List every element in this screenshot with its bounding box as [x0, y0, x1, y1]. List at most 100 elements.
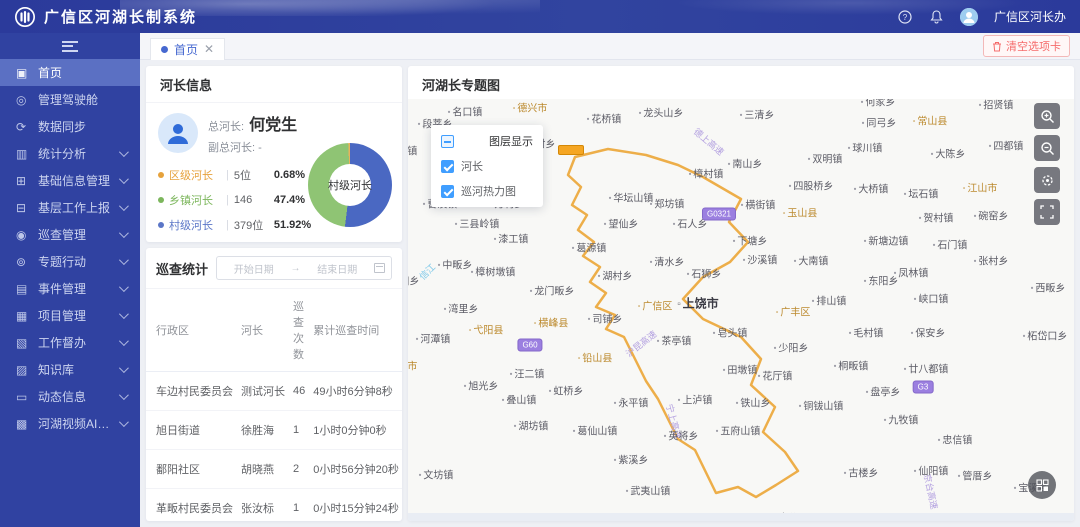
cell-time: 0小时15分钟24秒 — [309, 488, 402, 521]
sidebar-item-label: 巡查管理 — [38, 228, 87, 242]
map-town-label: 九牧镇 — [884, 412, 918, 427]
map-town-label: 湾里乡 — [444, 301, 478, 316]
map-town-label: 漆工镇 — [494, 231, 528, 246]
layer-label: 河长 — [461, 161, 483, 173]
map-town-label: 岚谷乡 — [774, 510, 809, 514]
chevron-down-icon — [118, 228, 129, 239]
map-town-label: 皂头镇 — [713, 325, 747, 340]
chevron-down-icon — [118, 282, 129, 293]
bell-icon[interactable] — [929, 9, 944, 24]
legend-dot — [158, 197, 164, 203]
cell-count: 1 — [289, 410, 310, 450]
chief-panel-title: 河长信息 — [146, 66, 402, 103]
sidebar-item[interactable]: ◎ 管理驾驶舱 — [0, 86, 140, 113]
sidebar-item[interactable]: ▦ 项目管理 — [0, 302, 140, 329]
map-town-label: 广丰区 — [776, 304, 810, 319]
sidebar-item-icon: ▤ — [16, 281, 28, 296]
map-town-label: 望仙乡 — [604, 216, 638, 231]
map-town-label: 贵溪市 — [408, 358, 417, 373]
sidebar-item-label: 数据同步 — [38, 120, 87, 134]
map-town-label: 南山乡 — [728, 156, 762, 171]
map-town-label: 樟村镇 — [689, 166, 723, 181]
road-shield-badge: G3 — [912, 380, 934, 394]
map-town-label: 郑坊镇 — [650, 196, 684, 211]
map-town-label: 沙溪镇 — [743, 252, 777, 267]
map-town-label: 三清乡 — [740, 107, 774, 122]
sidebar-item[interactable]: ▩ 河湖视频AI管理 — [0, 410, 140, 437]
sidebar: ▣ 首页 ◎ 管理驾驶舱 ⟳ 数据同步 ▥ 统计分析 ⊞ 基础信息管理 ⊟ 基层… — [0, 33, 140, 527]
road-shield-badge: G60 — [517, 338, 543, 352]
sidebar-item[interactable]: ▤ 事件管理 — [0, 275, 140, 302]
chevron-down-icon — [118, 363, 129, 374]
sidebar-item[interactable]: ⟳ 数据同步 — [0, 113, 140, 140]
map-town-label: 德兴市 — [513, 100, 547, 115]
map-scroll-strip — [408, 513, 1074, 521]
help-icon[interactable]: ? — [898, 9, 913, 24]
map-town-label: 新塘边镇 — [864, 233, 908, 248]
sidebar-item[interactable]: ⊚ 专题行动 — [0, 248, 140, 275]
tab-close-icon[interactable]: ✕ — [204, 42, 214, 56]
user-avatar[interactable] — [959, 7, 978, 26]
layer-checkbox[interactable] — [441, 184, 454, 198]
legend-label: 区级河长 — [169, 170, 213, 182]
map-town-label: 五府山镇 — [716, 423, 760, 438]
map-town-label: 玉山县 — [783, 205, 817, 220]
minimap-toggle-button[interactable] — [1028, 471, 1056, 499]
legend-dot — [158, 172, 164, 178]
cell-time: 49小时6分钟8秒 — [309, 371, 402, 411]
sidebar-item[interactable]: ◉ 巡查管理 — [0, 221, 140, 248]
collapse-icon — [62, 40, 78, 52]
clear-tabs-button[interactable]: 清空选项卡 — [983, 35, 1070, 57]
map-town-label: 古楼乡 — [844, 465, 878, 480]
map-town-label: 湖坊镇 — [514, 418, 548, 433]
locate-button[interactable] — [1034, 167, 1060, 193]
table-row: 革畈村民委员会 张汝标 1 0小时15分钟24秒 — [146, 488, 402, 521]
sidebar-item-label: 首页 — [38, 66, 63, 80]
legend-label: 乡镇河长 — [169, 195, 213, 207]
date-range-arrow: → — [290, 262, 301, 274]
sidebar-item[interactable]: ▨ 知识库 — [0, 356, 140, 383]
sidebar-item[interactable]: ▣ 首页 — [0, 59, 140, 86]
map-town-label: 樟树墩镇 — [471, 264, 515, 279]
zoom-in-button[interactable] — [1034, 103, 1060, 129]
sidebar-item-label: 统计分析 — [38, 147, 87, 161]
date-range-input[interactable]: 开始日期 → 结束日期 — [216, 256, 392, 280]
map-town-label: 虹桥乡 — [549, 383, 583, 398]
sidebar-collapse-button[interactable] — [0, 33, 140, 59]
map-town-label: 三县岭镇 — [455, 216, 499, 231]
sidebar-item[interactable]: ⊞ 基础信息管理 — [0, 167, 140, 194]
sidebar-item[interactable]: ▭ 动态信息 — [0, 383, 140, 410]
sidebar-item[interactable]: ▧ 工作督办 — [0, 329, 140, 356]
map-town-label: 司铺乡 — [588, 311, 622, 326]
map-panel-title: 河湖长专题图 — [408, 66, 1074, 103]
zoom-out-button[interactable] — [1034, 135, 1060, 161]
start-date-placeholder: 开始日期 — [233, 264, 274, 276]
main-content: 河长信息 总河长: 何党生 副总河长: - 区级河长 | 5位 0.68% 乡镇… — [140, 60, 1080, 527]
tab-home[interactable]: 首页 ✕ — [150, 37, 226, 60]
sidebar-item-icon: ▨ — [16, 362, 28, 377]
chevron-down-icon — [118, 147, 129, 158]
fullscreen-button[interactable] — [1034, 199, 1060, 225]
sidebar-item[interactable]: ▥ 统计分析 — [0, 140, 140, 167]
legend-percent: 0.68% — [273, 169, 306, 181]
map-town-label: 铁山乡 — [736, 395, 770, 410]
cell-time: 0小时56分钟20秒 — [309, 449, 402, 489]
select-all-layers-checkbox[interactable] — [441, 134, 454, 148]
map-town-label: 花厅镇 — [758, 368, 792, 383]
col-header-chief: 河长 — [237, 289, 289, 372]
sidebar-item[interactable]: ⊟ 基层工作上报 — [0, 194, 140, 221]
cell-area: 车边村民委员会 — [146, 371, 237, 411]
tab-label: 首页 — [174, 42, 199, 57]
map-town-label: 东阳乡 — [864, 273, 898, 288]
chief-name: 何党生 — [249, 117, 298, 134]
layer-row: 巡河热力图 — [441, 183, 533, 199]
map-town-label: 白田乡 — [408, 273, 419, 288]
layer-checkbox[interactable] — [441, 159, 454, 173]
map-town-label: 文坊镇 — [419, 467, 453, 482]
map-canvas[interactable]: 名口镇 花桥镇 龙头山乡 段莘乡 张村乡 樟村镇 曹溪镇 万村乡 三县岭镇 — [408, 99, 1074, 513]
map-town-label: 葛源镇 — [572, 240, 606, 255]
chief-info-panel: 河长信息 总河长: 何党生 副总河长: - 区级河长 | 5位 0.68% 乡镇… — [146, 66, 402, 242]
map-town-label: 龙门畈乡 — [530, 283, 574, 298]
cell-count: 46 — [289, 371, 310, 411]
map-town-label: 保安乡 — [911, 325, 945, 340]
